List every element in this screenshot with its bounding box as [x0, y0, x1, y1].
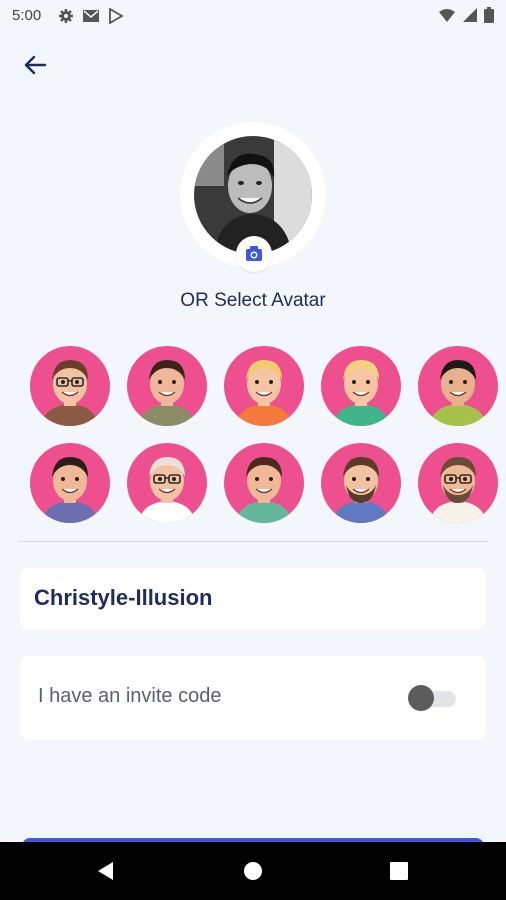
- arrow-left-icon: [20, 55, 50, 84]
- gmail-icon: [82, 8, 100, 28]
- avatar-option[interactable]: [127, 346, 207, 426]
- recents-square-icon[interactable]: [390, 862, 408, 884]
- back-triangle-icon[interactable]: [95, 860, 117, 886]
- avatar-option[interactable]: [418, 346, 498, 426]
- camera-icon: [236, 246, 272, 276]
- status-time: 5:00: [12, 7, 42, 24]
- battery-icon: [484, 7, 494, 27]
- divider: [18, 541, 488, 542]
- avatar-option[interactable]: [321, 443, 401, 523]
- username-value[interactable]: Christyle-Illusion: [34, 585, 212, 611]
- toggle-thumb: [408, 685, 434, 711]
- avatar-option[interactable]: [321, 346, 401, 426]
- select-avatar-label: OR Select Avatar: [180, 290, 326, 311]
- invite-code-toggle[interactable]: [408, 683, 456, 713]
- avatar-option[interactable]: [224, 346, 304, 426]
- username-field[interactable]: Christyle-Illusion: [20, 568, 486, 630]
- back-button[interactable]: [20, 50, 50, 80]
- avatar-grid: [30, 346, 506, 526]
- avatar-option[interactable]: [127, 443, 207, 523]
- avatar-option[interactable]: [224, 443, 304, 523]
- home-circle-icon[interactable]: [243, 861, 263, 885]
- invite-code-label: I have an invite code: [38, 685, 222, 707]
- profile-photo-container[interactable]: [180, 122, 326, 272]
- wifi-icon: [438, 7, 456, 27]
- status-bar: 5:00: [0, 0, 506, 32]
- avatar-option[interactable]: [30, 346, 110, 426]
- invite-code-row[interactable]: I have an invite code: [20, 656, 486, 740]
- system-nav-bar: [0, 842, 506, 900]
- avatar-option[interactable]: [30, 443, 110, 523]
- play-store-icon: [108, 7, 124, 28]
- change-photo-button[interactable]: [236, 236, 272, 272]
- signal-icon: [462, 7, 478, 27]
- avatar-option[interactable]: [418, 443, 498, 523]
- gear-icon: [58, 8, 74, 28]
